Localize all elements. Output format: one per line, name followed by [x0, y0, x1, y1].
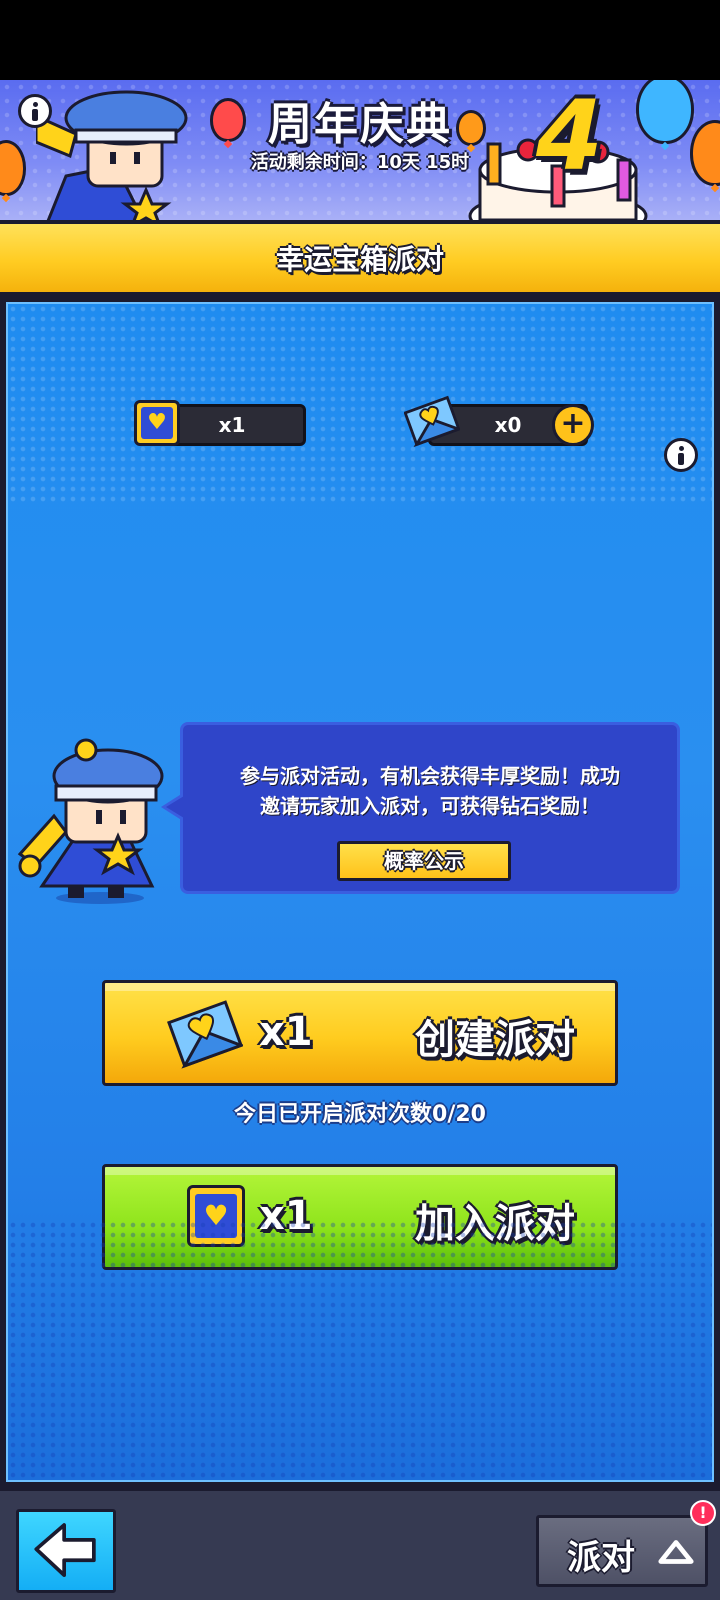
ticket-count: x1 [218, 413, 246, 437]
heart-envelope-icon [404, 395, 460, 448]
panel-info-icon[interactable] [664, 438, 698, 472]
party-menu-button[interactable]: 派对 [536, 1515, 708, 1587]
bubble-text: 参与派对活动，有机会获得丰厚奖励！成功 邀请玩家加入派对，可获得钻石奖励！ [183, 761, 677, 821]
join-party-button[interactable]: ♥ x1 加入派对 [102, 1164, 618, 1270]
heart-ticket-icon: ♥ [187, 1185, 245, 1247]
party-menu-label: 派对 [567, 1538, 635, 1578]
add-envelope-button[interactable]: + [552, 404, 594, 446]
back-arrow-icon [34, 1523, 96, 1577]
main-panel: x1 ♥ x0 + 参与派对活动，有机会获得丰厚奖励！成功 邀请玩家加入派对，可… [0, 296, 720, 1488]
bubble-line-1: 参与派对活动，有机会获得丰厚奖励！成功 [240, 764, 620, 788]
create-party-button[interactable]: x1 创建派对 [102, 980, 618, 1086]
panel-inner: x1 ♥ x0 + 参与派对活动，有机会获得丰厚奖励！成功 邀请玩家加入派对，可… [6, 302, 714, 1482]
create-party-cost: x1 [259, 1009, 313, 1055]
event-subtitle: 幸运宝箱派对 [275, 243, 444, 276]
create-party-label: 创建派对 [415, 1017, 575, 1063]
ticket-counter: x1 [158, 404, 306, 446]
info-speech-bubble: 参与派对活动，有机会获得丰厚奖励！成功 邀请玩家加入派对，可获得钻石奖励！ 概率… [161, 722, 680, 894]
chevron-up-icon [658, 1540, 694, 1564]
mascot-character-icon [17, 738, 164, 904]
heart-envelope-icon [167, 1000, 243, 1069]
status-bar [0, 0, 720, 80]
heart-ticket-icon: ♥ [134, 400, 180, 446]
time-value: 10天 15时 [376, 152, 470, 173]
probability-button[interactable]: 概率公示 [337, 841, 511, 881]
anniversary-number: 4 [536, 80, 603, 192]
notification-badge: ! [690, 1500, 716, 1526]
join-party-label: 加入派对 [415, 1201, 575, 1247]
time-label: 活动剩余时间： [250, 152, 377, 173]
envelope-count: x0 [494, 413, 522, 437]
bubble-line-2: 邀请玩家加入派对，可获得钻石奖励！ [260, 794, 600, 818]
join-party-cost: x1 [259, 1193, 313, 1239]
bottom-bar: 派对 [0, 1488, 720, 1600]
back-button[interactable] [16, 1509, 116, 1593]
subtitle-strip: 幸运宝箱派对 [0, 220, 720, 296]
event-banner: 周年庆典 活动剩余时间：10天 15时 4 [0, 80, 720, 220]
daily-party-count: 今日已开启派对次数0/20 [234, 1102, 486, 1127]
